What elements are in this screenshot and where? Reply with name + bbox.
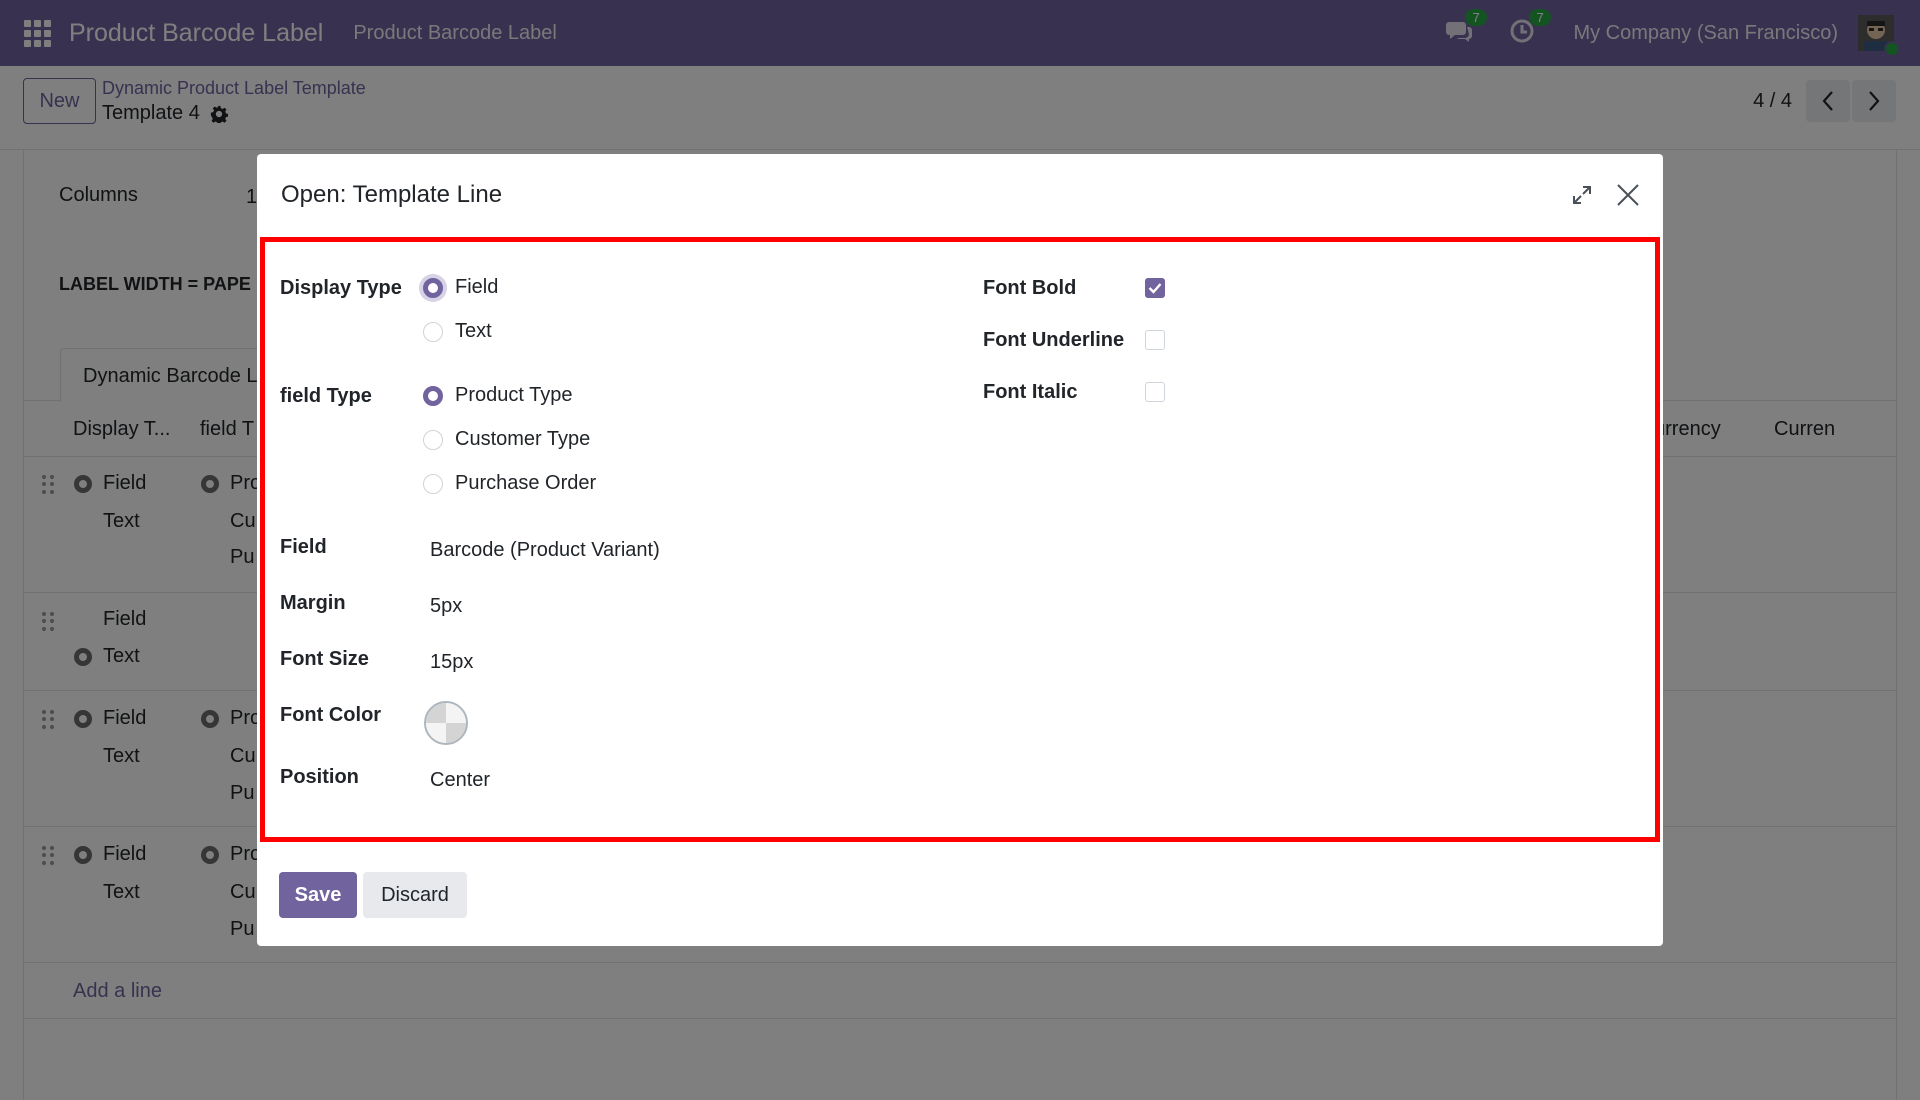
field-label: Field (280, 536, 327, 558)
radio-label: Product Type (455, 384, 573, 406)
font-size-label: Font Size (280, 648, 369, 670)
radio-button[interactable] (423, 321, 443, 342)
template-line-dialog: Open: Template Line Display Type Field T… (257, 154, 1663, 946)
margin-value[interactable]: 5px (430, 595, 462, 618)
radio-button[interactable] (423, 385, 443, 406)
position-label: Position (280, 766, 359, 788)
expand-icon[interactable] (1571, 184, 1593, 206)
font-bold-checkbox[interactable] (1145, 278, 1165, 298)
font-color-label: Font Color (280, 704, 382, 726)
margin-label: Margin (280, 592, 346, 614)
save-button[interactable]: Save (279, 872, 357, 918)
dialog-footer: Save Discard (257, 842, 1663, 946)
display-type-option-text[interactable]: Text (423, 320, 492, 343)
position-value[interactable]: Center (430, 769, 490, 792)
radio-label: Customer Type (455, 428, 591, 450)
display-type-option-field[interactable]: Field (423, 276, 498, 299)
radio-button[interactable] (423, 473, 443, 494)
field-type-option-purchase-order[interactable]: Purchase Order (423, 472, 596, 495)
font-underline-checkbox[interactable] (1145, 330, 1165, 350)
display-type-label: Display Type (280, 277, 402, 299)
field-type-option-product-type[interactable]: Product Type (423, 384, 572, 407)
field-type-label: field Type (280, 385, 372, 407)
font-italic-label: Font Italic (983, 381, 1078, 403)
font-underline-label: Font Underline (983, 329, 1125, 351)
field-value[interactable]: Barcode (Product Variant) (430, 539, 660, 562)
font-italic-checkbox[interactable] (1145, 382, 1165, 402)
field-type-option-customer-type[interactable]: Customer Type (423, 428, 590, 451)
discard-button[interactable]: Discard (363, 872, 467, 918)
font-size-value[interactable]: 15px (430, 651, 473, 674)
font-color-picker[interactable] (424, 701, 468, 745)
checkmark-icon (1148, 283, 1162, 294)
close-icon[interactable] (1615, 182, 1641, 208)
dialog-title: Open: Template Line (281, 181, 503, 208)
radio-label: Purchase Order (455, 472, 597, 494)
radio-button[interactable] (423, 277, 443, 298)
radio-label: Text (455, 320, 492, 342)
dialog-header: Open: Template Line (257, 154, 1663, 236)
font-bold-label: Font Bold (983, 277, 1077, 299)
radio-label: Field (455, 276, 499, 298)
color-swatch-icon (426, 703, 466, 743)
radio-button[interactable] (423, 429, 443, 450)
